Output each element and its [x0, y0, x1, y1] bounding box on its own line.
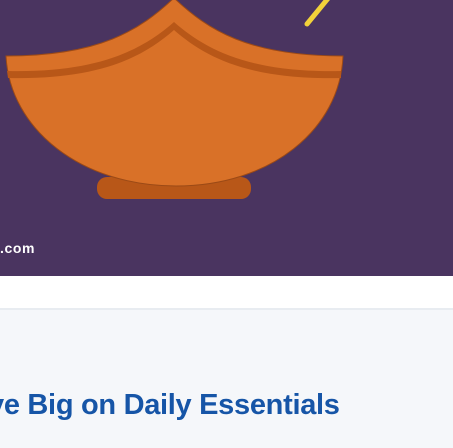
watermark-text: .com — [0, 240, 36, 256]
content-section: ve Big on Daily Essentials — [0, 310, 453, 448]
section-headline: ve Big on Daily Essentials — [0, 389, 340, 421]
page-viewport: .com ve Big on Daily Essentials — [0, 0, 453, 448]
bowl-illustration — [0, 0, 453, 276]
spacer — [0, 276, 453, 308]
hero-banner[interactable]: .com — [0, 0, 453, 276]
